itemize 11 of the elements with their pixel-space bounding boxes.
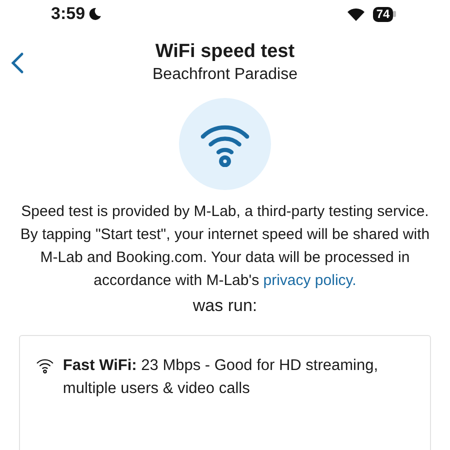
page-subtitle: Beachfront Paradise xyxy=(152,65,298,85)
status-time: 3:59 xyxy=(51,4,86,24)
privacy-policy-link[interactable]: privacy policy. xyxy=(263,272,356,289)
moon-icon xyxy=(88,7,102,21)
page-title: WiFi speed test xyxy=(155,40,295,64)
disclaimer-text: Speed test is provided by M-Lab, a third-party testing service. By tapping "Start test", your internet speed will be shared with M-Lab and Booking.com. Your data will be processed in accordance with M-Lab's privacy policy. xyxy=(20,202,430,291)
battery-cap-icon xyxy=(393,11,396,17)
battery-level: 74 xyxy=(373,6,393,22)
run-label: was run: xyxy=(192,295,258,317)
result-text: Fast WiFi: 23 Mbps - Good for HD streaming, multiple users & video calls xyxy=(62,356,380,399)
wifi-signal-icon xyxy=(347,8,365,20)
